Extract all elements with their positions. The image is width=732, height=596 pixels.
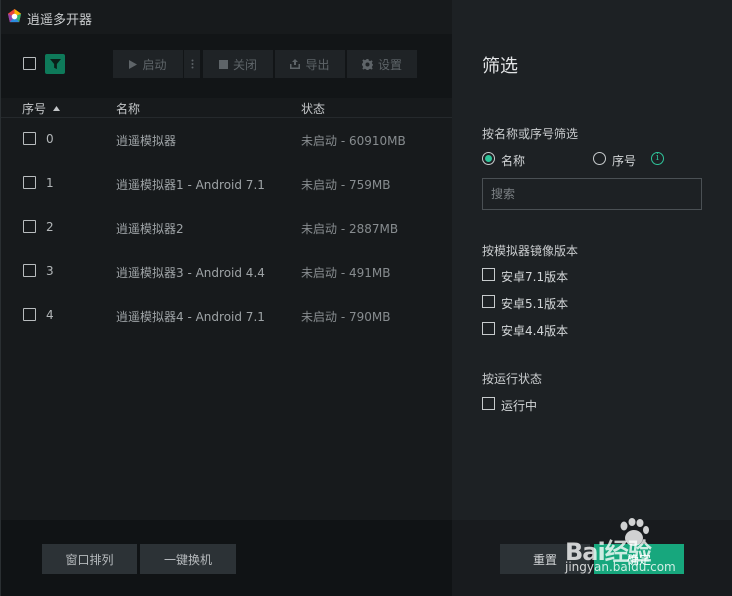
toolbar: 启动 关闭 导出 设置 (1, 34, 453, 98)
row-checkbox[interactable] (23, 220, 36, 233)
title-bar: 逍遥多开器 (1, 0, 453, 34)
info-icon[interactable]: i (651, 152, 664, 165)
one-click-switch-button[interactable]: 一键换机 (140, 544, 236, 574)
row-index: 1 (46, 176, 54, 190)
filter-by-state-section: 按运行状态 (482, 372, 543, 386)
row-name: 逍遥模拟器2 (116, 222, 184, 236)
stop-icon (218, 59, 228, 69)
row-checkbox[interactable] (23, 264, 36, 277)
row-name: 逍遥模拟器1 - Android 7.1 (116, 178, 265, 192)
filter-by-version-section: 按模拟器镜像版本 (482, 244, 579, 258)
filter-panel-title: 筛选 (482, 56, 518, 77)
version-checkbox[interactable] (482, 268, 495, 281)
start-button-label: 启动 (142, 57, 167, 72)
version-checkbox-label[interactable]: 安卓5.1版本 (501, 295, 568, 312)
close-button-label: 关闭 (232, 57, 257, 72)
state-checkbox-label[interactable]: 运行中 (501, 397, 537, 414)
arrange-windows-button[interactable]: 窗口排列 (42, 544, 137, 574)
row-status: 未启动 - 759MB (301, 178, 391, 192)
row-status: 未启动 - 60910MB (301, 134, 406, 148)
row-checkbox[interactable] (23, 132, 36, 145)
table-row[interactable]: 4 逍遥模拟器4 - Android 7.1 未启动 - 790MB (1, 294, 453, 338)
filter-panel-footer: 重置 确定 (452, 520, 732, 596)
more-vertical-icon (191, 59, 193, 69)
select-all-checkbox[interactable] (23, 57, 36, 70)
row-checkbox[interactable] (23, 176, 36, 189)
version-checkbox-label[interactable]: 安卓7.1版本 (501, 268, 568, 285)
radio-filter-name[interactable] (482, 152, 495, 165)
table-row[interactable]: 0 逍遥模拟器 未启动 - 60910MB (1, 118, 453, 162)
version-checkbox[interactable] (482, 322, 495, 335)
export-icon (290, 59, 301, 69)
filter-panel: 筛选 按名称或序号筛选 名称 序号 i 按模拟器镜像版本 安卓7.1版本 安卓5… (452, 0, 732, 596)
table-row[interactable]: 1 逍遥模拟器1 - Android 7.1 未启动 - 759MB (1, 162, 453, 206)
row-name: 逍遥模拟器3 - Android 4.4 (116, 266, 265, 280)
filter-by-name-section: 按名称或序号筛选 (482, 127, 579, 141)
radio-filter-index[interactable] (593, 152, 606, 165)
row-index: 0 (46, 132, 54, 146)
state-checkbox[interactable] (482, 397, 495, 410)
play-icon (129, 59, 138, 69)
row-name: 逍遥模拟器 (116, 134, 177, 148)
app-logo-icon (7, 9, 22, 23)
export-button[interactable]: 导出 (275, 50, 345, 78)
close-button[interactable]: 关闭 (203, 50, 273, 78)
start-more-button[interactable] (184, 50, 200, 78)
search-input[interactable] (482, 178, 702, 210)
row-status: 未启动 - 2887MB (301, 222, 399, 236)
confirm-button[interactable]: 确定 (594, 544, 684, 574)
settings-button[interactable]: 设置 (347, 50, 417, 78)
bottom-bar: 窗口排列 一键换机 (1, 520, 453, 596)
column-status-header[interactable]: 状态 (301, 100, 325, 117)
filter-button[interactable] (45, 54, 65, 74)
version-checkbox-label[interactable]: 安卓4.4版本 (501, 322, 568, 339)
column-name-header[interactable]: 名称 (116, 100, 140, 117)
gear-icon (361, 58, 373, 70)
row-status: 未启动 - 491MB (301, 266, 391, 280)
filter-icon (49, 58, 61, 69)
radio-filter-index-label[interactable]: 序号 (612, 152, 636, 169)
row-checkbox[interactable] (23, 308, 36, 321)
radio-filter-name-label[interactable]: 名称 (501, 152, 525, 169)
start-button[interactable]: 启动 (113, 50, 183, 78)
settings-button-label: 设置 (377, 57, 402, 72)
sort-ascending-icon (52, 106, 60, 111)
column-index-label: 序号 (22, 102, 47, 116)
row-index: 2 (46, 220, 54, 234)
export-button-label: 导出 (305, 57, 330, 72)
row-index: 4 (46, 308, 54, 322)
table-header: 序号 名称 状态 (1, 98, 453, 118)
reset-button[interactable]: 重置 (500, 544, 590, 574)
row-name: 逍遥模拟器4 - Android 7.1 (116, 310, 265, 324)
row-status: 未启动 - 790MB (301, 310, 391, 324)
table-row[interactable]: 2 逍遥模拟器2 未启动 - 2887MB (1, 206, 453, 250)
row-index: 3 (46, 264, 54, 278)
app-title: 逍遥多开器 (27, 13, 93, 28)
version-checkbox[interactable] (482, 295, 495, 308)
column-index-header[interactable]: 序号 (22, 100, 60, 117)
table-row[interactable]: 3 逍遥模拟器3 - Android 4.4 未启动 - 491MB (1, 250, 453, 294)
main-window: 逍遥多开器 启动 关闭 导出 设置 序号 名称 状态 0 逍遥模拟器 未启动 -… (0, 0, 453, 596)
